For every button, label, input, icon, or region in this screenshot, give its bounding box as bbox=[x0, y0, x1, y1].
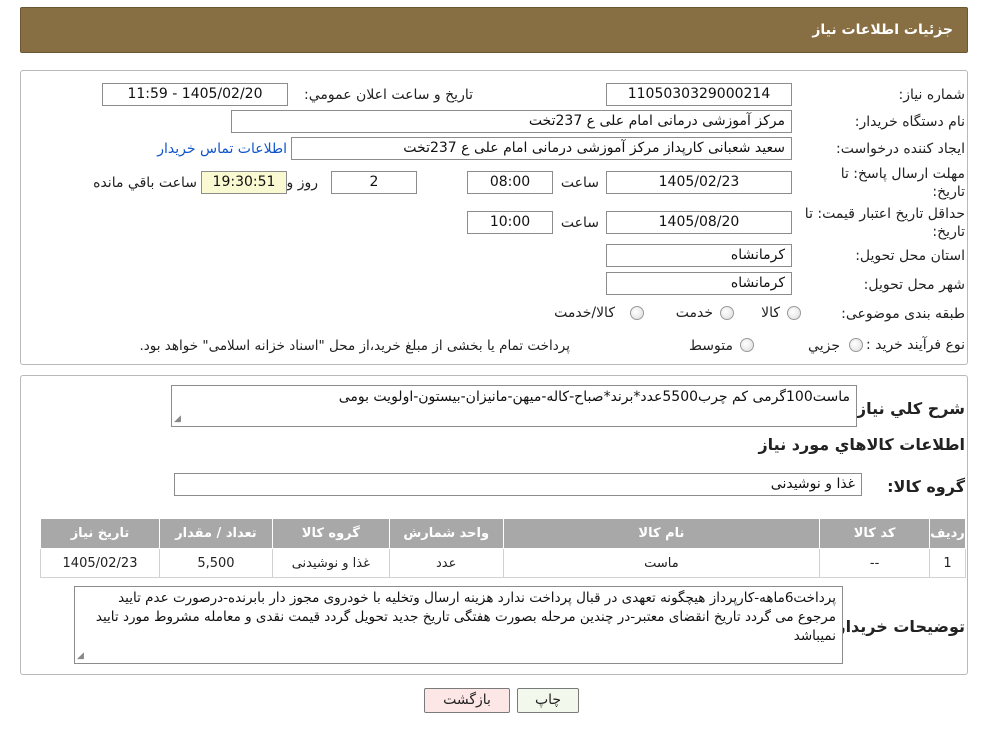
buyer-notes-text: پرداخت6ماهه-کارپرداز هیچگونه تعهدی در قب… bbox=[95, 590, 836, 644]
validity-label-date: تاریخ: bbox=[932, 224, 965, 240]
category-service-radio[interactable] bbox=[720, 306, 734, 320]
category-goods-radio[interactable] bbox=[787, 306, 801, 320]
category-goods-service-label: کالا/خدمت bbox=[554, 305, 615, 321]
col-quantity: تعداد / مقدار bbox=[159, 518, 273, 549]
days-remaining-field[interactable]: 2 bbox=[331, 171, 417, 194]
category-label: طبقه بندی موضوعی: bbox=[841, 306, 965, 322]
process-partial-radio[interactable] bbox=[849, 338, 863, 352]
validity-label: حداقل تاریخ اعتبار قیمت: تا bbox=[804, 206, 965, 222]
announce-datetime-field[interactable]: 1405/02/20 - 11:59 bbox=[102, 83, 288, 106]
process-label: نوع فرآیند خرید : bbox=[866, 337, 965, 353]
remaining-time-field[interactable]: 19:30:51 bbox=[201, 171, 287, 194]
goods-group-field[interactable]: غذا و نوشیدنی bbox=[174, 473, 862, 496]
cell-goods-code: -- bbox=[819, 548, 931, 578]
resize-grip-icon[interactable]: ◢ bbox=[174, 415, 183, 424]
col-row-number: ردیف bbox=[929, 518, 966, 549]
goods-group-label: گروه کالا: bbox=[887, 477, 965, 496]
process-payment-note: پرداخت تمام یا بخشی از مبلغ خرید،از محل … bbox=[139, 338, 570, 354]
deadline-date-field[interactable]: 1405/02/23 bbox=[606, 171, 792, 194]
deadline-time-label: ساعت bbox=[560, 175, 599, 191]
resize-grip-icon[interactable]: ◢ bbox=[77, 652, 86, 661]
col-goods-code: کد کالا bbox=[819, 518, 931, 549]
process-medium-radio[interactable] bbox=[740, 338, 754, 352]
category-goods-service-radio[interactable] bbox=[630, 306, 644, 320]
page-title: جزئیات اطلاعات نیاز bbox=[812, 22, 953, 38]
province-label: استان محل تحویل: bbox=[855, 248, 965, 264]
description-field[interactable]: ماست100گرمی کم چرب5500عدد*برند*صباح-کاله… bbox=[171, 385, 857, 427]
validity-date-field[interactable]: 1405/08/20 bbox=[606, 211, 792, 234]
deadline-time-field[interactable]: 08:00 bbox=[467, 171, 553, 194]
cell-unit: عدد bbox=[388, 548, 504, 578]
cell-row-number: 1 bbox=[929, 548, 966, 578]
cell-quantity: 5,500 bbox=[159, 548, 273, 578]
buyer-contact-link[interactable]: اطلاعات تماس خریدار bbox=[157, 141, 287, 157]
cell-goods-group: غذا و نوشیدنی bbox=[271, 548, 390, 578]
buyer-org-label: نام دستگاه خریدار: bbox=[854, 114, 965, 130]
deadline-label-date: تاریخ: bbox=[932, 184, 965, 200]
col-need-date: تاریخ نیاز bbox=[40, 518, 160, 549]
days-label: روز و bbox=[286, 175, 319, 191]
col-unit: واحد شمارش bbox=[388, 518, 504, 549]
table-row[interactable]: 1 -- ماست عدد غذا و نوشیدنی 5,500 1405/0… bbox=[40, 548, 966, 578]
remaining-label: ساعت باقي مانده bbox=[93, 175, 197, 191]
goods-info-title: اطلاعات کالاهاي مورد نیاز bbox=[758, 435, 965, 454]
category-service-label: خدمت bbox=[675, 305, 713, 321]
announce-label: تاریخ و ساعت اعلان عمومي: bbox=[304, 87, 473, 103]
requester-label: ایجاد کننده درخواست: bbox=[836, 141, 965, 157]
need-number-label: شماره نیاز: bbox=[898, 87, 966, 103]
goods-table: ردیف کد کالا نام کالا واحد شمارش گروه کا… bbox=[40, 518, 966, 578]
category-goods-label: کالا bbox=[761, 305, 780, 321]
city-label: شهر محل تحویل: bbox=[863, 277, 965, 293]
table-header-row: ردیف کد کالا نام کالا واحد شمارش گروه کا… bbox=[40, 518, 966, 549]
page-header: جزئیات اطلاعات نیاز bbox=[20, 7, 968, 53]
process-medium-label: متوسط bbox=[689, 338, 733, 354]
city-field[interactable]: کرمانشاه bbox=[606, 272, 792, 295]
deadline-label: مهلت ارسال پاسخ: تا bbox=[840, 166, 965, 182]
description-label: شرح کلي نیاز: bbox=[850, 399, 965, 418]
requester-field[interactable]: سعید شعبانی کارپداز مرکز آموزشی درمانی ا… bbox=[291, 137, 792, 160]
cell-need-date: 1405/02/23 bbox=[40, 548, 160, 578]
validity-time-field[interactable]: 10:00 bbox=[467, 211, 553, 234]
buyer-notes-field[interactable]: پرداخت6ماهه-کارپرداز هیچگونه تعهدی در قب… bbox=[74, 586, 843, 664]
process-partial-label: جزیي bbox=[808, 338, 840, 354]
back-button[interactable]: بازگشت bbox=[424, 688, 510, 713]
col-goods-group: گروه کالا bbox=[271, 518, 390, 549]
print-button[interactable]: چاپ bbox=[517, 688, 579, 713]
buyer-notes-label: توضیحات خریدار: bbox=[829, 617, 965, 636]
col-goods-name: نام کالا bbox=[502, 518, 821, 549]
cell-goods-name: ماست bbox=[502, 548, 821, 578]
buyer-org-field[interactable]: مرکز آموزشی درمانی امام علی ع 237تخت bbox=[231, 110, 792, 133]
validity-time-label: ساعت bbox=[560, 215, 599, 231]
need-number-field[interactable]: 1105030329000214 bbox=[606, 83, 792, 106]
description-text: ماست100گرمی کم چرب5500عدد*برند*صباح-کاله… bbox=[338, 389, 850, 405]
province-field[interactable]: کرمانشاه bbox=[606, 244, 792, 267]
